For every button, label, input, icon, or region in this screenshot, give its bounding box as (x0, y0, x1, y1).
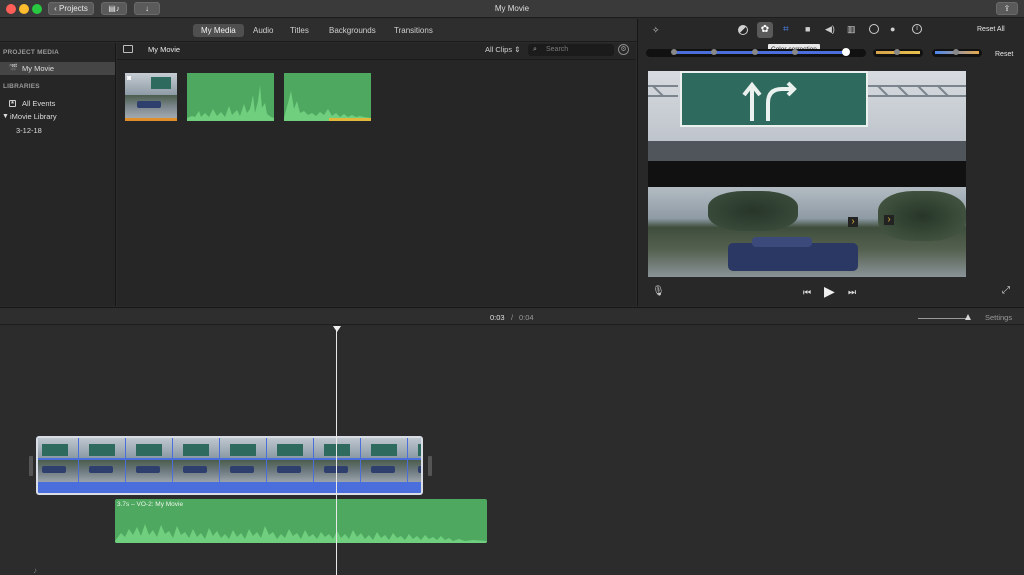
volume-icon[interactable]: ◀) (825, 24, 835, 35)
current-time: 0:03 (490, 313, 505, 322)
filmstrip-frame (38, 438, 78, 482)
crop-icon[interactable]: ⌗ (783, 24, 789, 35)
playhead[interactable] (336, 330, 337, 575)
media-browser: My Movie All Clips ⇕ ⌕ Search ⚙ ◙ (117, 43, 636, 306)
video-preview[interactable]: › › › (648, 71, 966, 277)
temperature-slider[interactable] (932, 49, 982, 57)
reset-all-button[interactable]: Reset All (977, 26, 1005, 33)
gear-icon[interactable]: ⚙ (618, 44, 629, 55)
share-icon: ⇪ (1003, 4, 1011, 13)
updown-chevron-icon: ⇕ (514, 45, 521, 54)
video-filmstrip (38, 438, 421, 482)
music-note-icon: ♪ (33, 566, 37, 575)
timeline[interactable]: 3.7s – VO-2: My Movie ♪ (0, 326, 1024, 575)
disclosure-triangle-icon[interactable]: ▼ (2, 110, 9, 123)
filter-icon[interactable]: ● (890, 24, 895, 34)
filmstrip-frame (173, 438, 219, 482)
tab-transitions[interactable]: Transitions (386, 24, 441, 37)
tab-my-media[interactable]: My Media (193, 24, 244, 37)
search-placeholder: Search (546, 46, 569, 53)
skip-back-icon[interactable]: ⏮ (803, 287, 811, 298)
star-icon: ★ (9, 100, 16, 107)
fullscreen-icon[interactable]: ⤢ (1002, 285, 1010, 296)
tab-titles[interactable]: Titles (282, 24, 317, 37)
voiceover-waveform (115, 524, 487, 543)
clip-filter-label: All Clips (485, 45, 513, 54)
sidebar-item-my-movie[interactable]: 🎬 My Movie (0, 62, 115, 75)
filmstrip-frame (408, 438, 421, 482)
magic-wand-icon[interactable]: ✧ (652, 25, 660, 36)
search-input[interactable]: ⌕ Search (528, 44, 614, 56)
viewer-panel: ✧ ✿ ⌗ ■ ◀) ▥ ● i Reset All Color correct… (637, 19, 1024, 306)
sidebar-item-label: iMovie Library (10, 112, 57, 121)
play-button[interactable]: ▶ (824, 283, 835, 300)
clip-trim-handle-left[interactable] (29, 456, 33, 476)
slider-knob[interactable] (842, 48, 850, 56)
exposure-slider-track[interactable] (646, 48, 866, 57)
window-title: My Movie (494, 4, 530, 13)
stabilization-icon[interactable]: ■ (805, 24, 810, 34)
color-correction-icon[interactable]: ✿ (757, 22, 773, 38)
sidebar-item-all-events[interactable]: ★ All Events (0, 97, 115, 110)
clip-trim-handle-right[interactable] (428, 456, 432, 476)
zoom-slider[interactable] (918, 318, 970, 319)
saturation-slider[interactable] (873, 49, 923, 57)
noise-reduction-icon[interactable]: ▥ (847, 24, 856, 35)
sidebar-item-label: My Movie (22, 64, 55, 73)
filmstrip-frame (126, 438, 172, 482)
tab-audio[interactable]: Audio (245, 24, 281, 37)
sidebar-item-label: All Events (22, 99, 56, 108)
time-separator: / (511, 313, 514, 322)
share-button[interactable]: ⇪ (996, 2, 1018, 15)
route-arrow-icon (742, 81, 797, 121)
sidebar-toggle-icon[interactable] (123, 45, 133, 53)
video-clip[interactable] (36, 436, 423, 495)
project-media-header: PROJECT MEDIA (3, 49, 60, 56)
clapper-icon: 🎬 (9, 65, 18, 72)
zoom-slider-knob[interactable] (965, 314, 971, 320)
sidebar-item-event-3-12-18[interactable]: 3-12-18 (0, 124, 115, 137)
playhead-marker[interactable] (333, 326, 341, 332)
voiceover-audio-clip[interactable]: 3.7s – VO-2: My Movie (115, 499, 487, 543)
filmstrip-frame (220, 438, 266, 482)
timeline-header: 0:03 / 0:04 Settings (0, 307, 1024, 325)
filmstrip-frame (314, 438, 360, 482)
filmstrip-frame (79, 438, 125, 482)
color-balance-icon[interactable] (738, 25, 748, 35)
total-time: 0:04 (519, 313, 534, 322)
title-bar: ‹ Projects ▤♪ ↓ My Movie ⇪ (0, 0, 1024, 18)
speed-icon[interactable] (869, 24, 879, 34)
tab-backgrounds[interactable]: Backgrounds (321, 24, 384, 37)
car-in-video (728, 243, 858, 271)
reset-button[interactable]: Reset (995, 51, 1013, 58)
clip-filter-dropdown[interactable]: All Clips ⇕ (485, 45, 520, 54)
sidebar-item-label: 3-12-18 (16, 126, 42, 135)
settings-button[interactable]: Settings (985, 313, 1012, 322)
microphone-icon[interactable]: 🎙 (652, 286, 665, 297)
sidebar-item-imovie-library[interactable]: ▼ iMovie Library (0, 110, 115, 123)
video-clip-thumbnail[interactable]: ◙ (125, 73, 177, 121)
highway-sign (680, 71, 868, 127)
audio-clip-thumbnail[interactable] (284, 73, 371, 121)
skip-forward-icon[interactable]: ⏭ (848, 287, 856, 298)
waveform-2 (284, 91, 371, 121)
waveform-1 (187, 85, 274, 121)
camera-icon: ◙ (127, 75, 132, 82)
filmstrip-frame (361, 438, 407, 482)
filmstrip-frame (267, 438, 313, 482)
browser-title: My Movie (148, 45, 181, 54)
libraries-sidebar: PROJECT MEDIA 🎬 My Movie LIBRARIES ★ All… (0, 43, 116, 306)
browser-header: My Movie All Clips ⇕ ⌕ Search ⚙ (117, 43, 636, 59)
audio-clip-thumbnail[interactable] (187, 73, 274, 121)
search-icon: ⌕ (533, 46, 537, 53)
libraries-header: LIBRARIES (3, 83, 40, 90)
info-icon[interactable]: i (912, 24, 922, 34)
